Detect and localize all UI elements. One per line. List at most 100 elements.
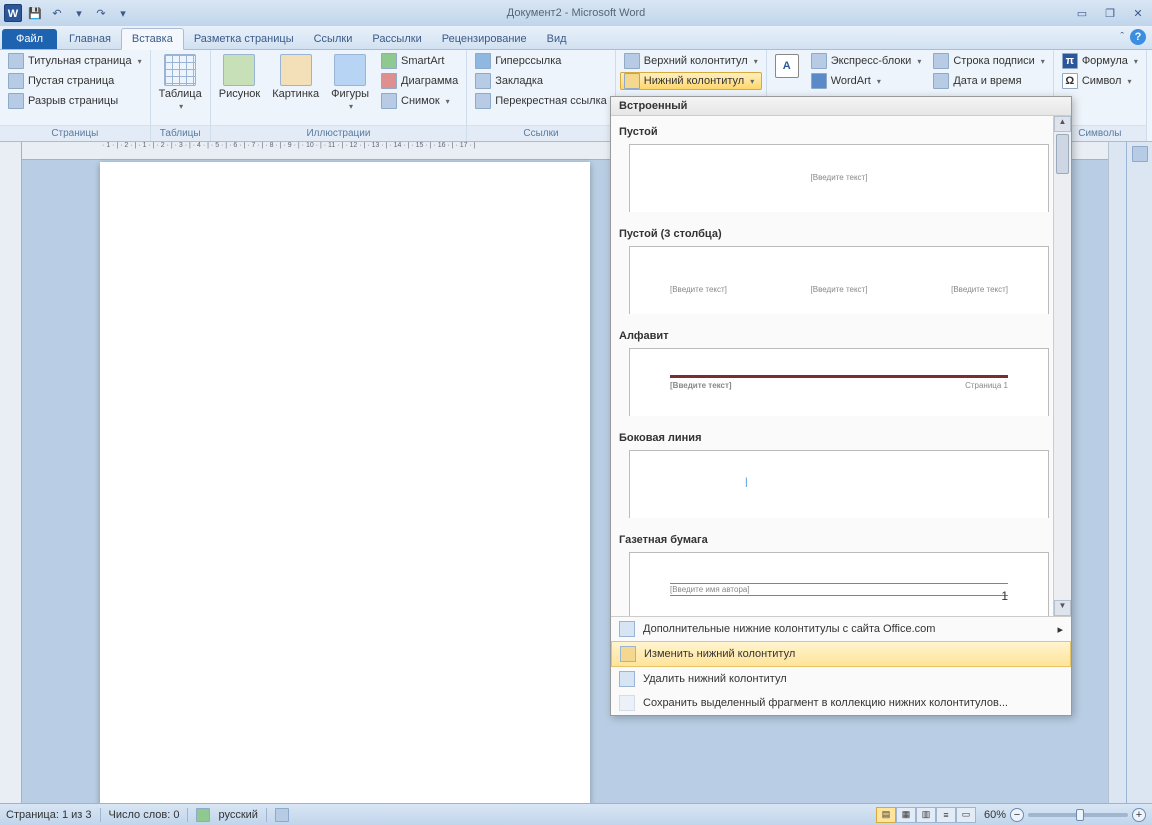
header-button[interactable]: Верхний колонтитул (620, 52, 762, 70)
page-icon (8, 53, 24, 69)
screenshot-button[interactable]: Снимок (377, 92, 462, 110)
redo-icon[interactable]: ↷ (92, 4, 110, 22)
cover-page-button[interactable]: Титульная страница (4, 52, 146, 70)
page-break-button[interactable]: Разрыв страницы (4, 92, 146, 110)
tab-insert[interactable]: Вставка (121, 28, 184, 50)
tab-home[interactable]: Главная (59, 29, 121, 49)
group-label-illustrations: Иллюстрации (211, 125, 466, 141)
group-illustrations: Рисунок Картинка Фигуры SmartArt Диаграм… (211, 50, 467, 141)
gallery-item-empty[interactable]: [Введите текст] (629, 144, 1049, 212)
minimize-ribbon-icon[interactable]: ˆ (1120, 31, 1124, 43)
save-icon[interactable]: 💾 (26, 4, 44, 22)
gallery-item-newsprint[interactable]: [Введите имя автора] 1 (629, 552, 1049, 616)
screenshot-icon (381, 93, 397, 109)
gallery-section-sideline: Боковая линия (615, 426, 1067, 448)
save-selection-button: Сохранить выделенный фрагмент в коллекци… (611, 691, 1071, 715)
datetime-button[interactable]: Дата и время (929, 72, 1048, 90)
ribbon-tabs: Файл Главная Вставка Разметка страницы С… (0, 26, 1152, 50)
outline-view[interactable]: ≡ (936, 807, 956, 823)
edit-icon (620, 646, 636, 662)
table-button[interactable]: Таблица (155, 52, 206, 125)
footer-button[interactable]: Нижний колонтитул (620, 72, 762, 90)
smartart-button[interactable]: SmartArt (377, 52, 462, 70)
office-icon (619, 621, 635, 637)
signature-button[interactable]: Строка подписи (929, 52, 1048, 70)
shapes-button[interactable]: Фигуры (327, 52, 373, 125)
tab-references[interactable]: Ссылки (304, 29, 363, 49)
zoom-in-button[interactable]: + (1132, 808, 1146, 822)
undo-icon[interactable]: ↶ (48, 4, 66, 22)
page-1[interactable] (100, 162, 590, 803)
gallery-item-alphabet[interactable]: [Введите текст] Страница 1 (629, 348, 1049, 416)
picture-button[interactable]: Рисунок (215, 52, 265, 125)
qat-dropdown-icon[interactable]: ▾ (70, 4, 88, 22)
equation-button[interactable]: πФормула (1058, 52, 1142, 70)
clipart-button[interactable]: Картинка (268, 52, 323, 125)
reading-view[interactable]: ▦ (896, 807, 916, 823)
restore-button[interactable]: ❐ (1100, 6, 1120, 20)
signature-icon (933, 53, 949, 69)
ruler-toggle-icon[interactable] (1132, 146, 1148, 162)
status-page[interactable]: Страница: 1 из 3 (6, 809, 92, 821)
doc-scrollbar[interactable] (1108, 142, 1126, 803)
tab-pagelayout[interactable]: Разметка страницы (184, 29, 304, 49)
app-icon[interactable]: W (4, 4, 22, 22)
more-footers-button[interactable]: Дополнительные нижние колонтитулы с сайт… (611, 617, 1071, 641)
web-view[interactable]: ▥ (916, 807, 936, 823)
proofing-icon[interactable] (196, 808, 210, 822)
crossref-button[interactable]: Перекрестная ссылка (471, 92, 611, 110)
tab-review[interactable]: Рецензирование (432, 29, 537, 49)
draft-view[interactable]: ▭ (956, 807, 976, 823)
group-pages: Титульная страница Пустая страница Разры… (0, 50, 151, 141)
gallery-item-3col[interactable]: [Введите текст] [Введите текст] [Введите… (629, 246, 1049, 314)
status-bar: Страница: 1 из 3 Число слов: 0 русский ▤… (0, 803, 1152, 825)
smartart-icon (381, 53, 397, 69)
tab-view[interactable]: Вид (537, 29, 577, 49)
gallery-section-alphabet: Алфавит (615, 324, 1067, 346)
window-title: Документ2 - Microsoft Word (507, 7, 645, 19)
textbox-icon: A (775, 54, 799, 78)
status-language[interactable]: русский (218, 809, 257, 821)
table-icon (164, 54, 196, 86)
help-icon[interactable]: ? (1130, 29, 1146, 45)
group-links: Гиперссылка Закладка Перекрестная ссылка… (467, 50, 616, 141)
blank-page-button[interactable]: Пустая страница (4, 72, 146, 90)
qat-customize-icon[interactable]: ▾ (114, 4, 132, 22)
edit-footer-button[interactable]: Изменить нижний колонтитул (611, 641, 1071, 667)
wordart-button[interactable]: WordArt (807, 72, 926, 90)
gallery-scrollbar[interactable]: ▲ ▼ (1053, 116, 1071, 616)
footer-gallery: Встроенный Пустой [Введите текст] Пустой… (610, 96, 1072, 716)
title-bar: W 💾 ↶ ▾ ↷ ▾ Документ2 - Microsoft Word ▭… (0, 0, 1152, 26)
bookmark-button[interactable]: Закладка (471, 72, 611, 90)
file-tab[interactable]: Файл (2, 29, 57, 49)
chart-button[interactable]: Диаграмма (377, 72, 462, 90)
remove-footer-button[interactable]: Удалить нижний колонтитул (611, 667, 1071, 691)
gallery-item-sideline[interactable]: | (629, 450, 1049, 518)
group-tables: Таблица Таблицы (151, 50, 211, 141)
equation-icon: π (1062, 53, 1078, 69)
save-icon (619, 695, 635, 711)
quickparts-button[interactable]: Экспресс-блоки (807, 52, 926, 70)
zoom-level[interactable]: 60% (984, 809, 1006, 821)
break-icon (8, 93, 24, 109)
print-layout-view[interactable]: ▤ (876, 807, 896, 823)
gallery-section-3col: Пустой (3 столбца) (615, 222, 1067, 244)
scroll-thumb[interactable] (1056, 134, 1069, 174)
close-button[interactable]: ✕ (1128, 6, 1148, 20)
symbol-button[interactable]: ΩСимвол (1058, 72, 1142, 90)
scroll-up-icon[interactable]: ▲ (1054, 116, 1071, 132)
zoom-slider[interactable] (1028, 813, 1128, 817)
scroll-down-icon[interactable]: ▼ (1054, 600, 1071, 616)
insert-mode-icon[interactable] (275, 808, 289, 822)
minimize-button[interactable]: ▭ (1072, 6, 1092, 20)
chart-icon (381, 73, 397, 89)
hyperlink-button[interactable]: Гиперссылка (471, 52, 611, 70)
zoom-out-button[interactable]: − (1010, 808, 1024, 822)
clipart-icon (280, 54, 312, 86)
gallery-footer: Дополнительные нижние колонтитулы с сайт… (611, 616, 1071, 715)
zoom-control: 60% − + (984, 808, 1146, 822)
status-words[interactable]: Число слов: 0 (109, 809, 180, 821)
gallery-section-newsprint: Газетная бумага (615, 528, 1067, 550)
gallery-body: Пустой [Введите текст] Пустой (3 столбца… (611, 116, 1071, 616)
tab-mailings[interactable]: Рассылки (362, 29, 431, 49)
